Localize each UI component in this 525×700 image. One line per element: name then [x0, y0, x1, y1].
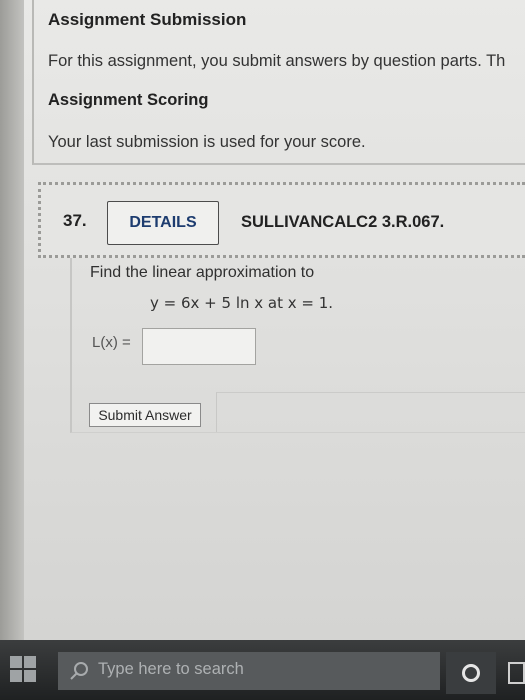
screen-bezel — [0, 0, 24, 640]
question-code: SULLIVANCALC2 3.R.067. — [241, 213, 445, 231]
assignment-submission-heading: Assignment Submission — [48, 10, 247, 29]
question-equation: y = 6x + 5 ln x at x = 1. — [150, 294, 334, 312]
answer-label: L(x) = — [92, 334, 131, 351]
details-button[interactable]: DETAILS — [107, 201, 219, 245]
question-prompt: Find the linear approximation to — [90, 264, 315, 281]
submit-answer-button[interactable]: Submit Answer — [89, 403, 201, 427]
question-header: 37. DETAILS SULLIVANCALC2 3.R.067. — [38, 182, 525, 258]
assignment-info-panel: Assignment Submission For this assignmen… — [32, 0, 525, 165]
cortana-icon — [462, 664, 480, 682]
assignment-scoring-text: Your last submission is used for your sc… — [48, 133, 366, 151]
assignment-scoring-heading: Assignment Scoring — [48, 91, 209, 109]
answer-input[interactable] — [142, 328, 256, 365]
windows-taskbar: Type here to search — [0, 640, 525, 700]
webassign-page: Assignment Submission For this assignmen… — [24, 0, 525, 640]
assignment-submission-text: For this assignment, you submit answers … — [48, 52, 506, 70]
windows-start-icon[interactable] — [8, 654, 38, 684]
search-placeholder: Type here to search — [98, 660, 244, 678]
content-divider — [216, 392, 525, 432]
task-view-icon — [508, 662, 525, 684]
taskbar-search-box[interactable]: Type here to search — [58, 652, 440, 690]
task-view-button[interactable] — [504, 654, 525, 694]
cortana-button[interactable] — [446, 652, 496, 694]
question-number: 37. — [63, 211, 87, 230]
search-icon — [70, 662, 88, 680]
